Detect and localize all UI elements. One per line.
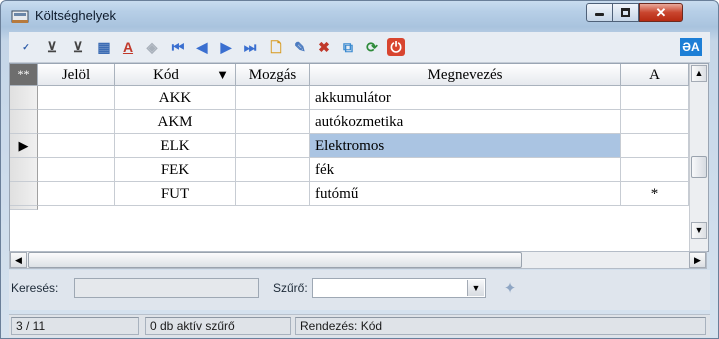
chevron-down-icon[interactable]: ▼ (467, 280, 484, 296)
scroll-thumb[interactable] (691, 156, 707, 178)
column-header-megnevezes[interactable]: Megnevezés (310, 64, 621, 86)
cell-mozgas[interactable] (236, 110, 310, 134)
scroll-up-icon[interactable]: ▲ (691, 65, 707, 82)
row-selector[interactable] (10, 158, 38, 182)
close-button[interactable]: ✕ (639, 3, 683, 22)
hscroll-thumb[interactable] (28, 252, 522, 268)
app-icon (11, 10, 29, 23)
cell-kod[interactable]: AKK (115, 86, 236, 110)
copy-record-icon[interactable]: ⧉ (339, 38, 357, 56)
font-color-icon[interactable]: A (119, 38, 137, 56)
status-bar: 3 / 11 0 db aktív szűrő Rendezés: Kód (9, 314, 710, 337)
last-record-icon[interactable]: ⏭ (241, 38, 259, 56)
vertical-scrollbar[interactable]: ▲ ▼ (689, 64, 708, 251)
column-header-kod[interactable]: Kód ▼ (115, 64, 236, 86)
filter-edit-icon[interactable]: ⊻ (69, 38, 87, 56)
cell-kod[interactable]: FEK (115, 158, 236, 182)
cell-mozgas[interactable] (236, 158, 310, 182)
cell-mozgas[interactable] (236, 182, 310, 206)
cell-kod[interactable]: AKM (115, 110, 236, 134)
table-row[interactable]: AKM autókozmetika (10, 110, 690, 134)
clear-filter-icon[interactable]: ✦ (501, 280, 519, 298)
exit-icon[interactable]: ⏻ (387, 38, 405, 56)
filter-select[interactable]: ▼ (312, 278, 486, 298)
active-filter-count: 0 db aktív szűrő (145, 317, 291, 335)
cell-megnevezes[interactable]: fék (310, 158, 621, 182)
cell-mozgas[interactable] (236, 134, 310, 158)
cell-jelol[interactable] (38, 158, 115, 182)
row-selector[interactable] (10, 110, 38, 134)
previous-record-icon[interactable]: ◀ (193, 38, 211, 56)
row-selector[interactable] (10, 86, 38, 110)
title-bar[interactable]: Költséghelyek ✕ (1, 1, 718, 31)
edit-record-icon[interactable]: ✎ (291, 38, 309, 56)
eraser-icon[interactable]: ◈ (143, 38, 161, 56)
filter-label: Szűrő: (273, 281, 308, 295)
toolbar: ✓ ⊻ ⊻ ▦ A ◈ ⏮ ◀ ▶ ⏭ 🗋 ✎ ✖ ⧉ ⟳ ⏻ ƏA (9, 32, 710, 63)
spellcheck-icon[interactable]: ✓ (17, 38, 35, 56)
next-record-icon[interactable]: ▶ (217, 38, 235, 56)
cell-mozgas[interactable] (236, 86, 310, 110)
cell-megnevezes-selected[interactable]: Elektromos (310, 134, 621, 158)
cell-a[interactable]: * (621, 182, 689, 206)
table-row[interactable]: AKK akkumulátor (10, 86, 690, 110)
search-input[interactable] (74, 278, 259, 298)
column-header-kod-label: Kód (153, 67, 179, 83)
row-selector[interactable] (10, 182, 38, 206)
cell-jelol[interactable] (38, 86, 115, 110)
search-label: Keresés: (11, 281, 59, 295)
column-header-a[interactable]: A (621, 64, 689, 86)
maximize-button[interactable] (612, 3, 639, 22)
filter-bar: Keresés: Szűrő: ▼ ✦ (9, 270, 710, 310)
grid-corner[interactable]: ** (10, 64, 38, 86)
column-header-jelol[interactable]: Jelöl (38, 64, 115, 86)
window-title: Költséghelyek (35, 8, 116, 23)
first-record-icon[interactable]: ⏮ (169, 38, 187, 56)
table-row-current[interactable]: ▶ ELK Elektromos (10, 134, 690, 158)
language-button[interactable]: ƏA (680, 38, 702, 56)
sort-status: Rendezés: Kód (295, 317, 706, 335)
cell-jelol[interactable] (38, 110, 115, 134)
scroll-left-icon[interactable]: ◀ (10, 252, 27, 268)
delete-record-icon[interactable]: ✖ (315, 38, 333, 56)
current-row-marker-icon[interactable]: ▶ (10, 134, 38, 158)
close-icon: ✕ (655, 5, 667, 20)
table-icon[interactable]: ▦ (95, 38, 113, 56)
cell-jelol[interactable] (38, 134, 115, 158)
cell-a[interactable] (621, 86, 689, 110)
table-row[interactable]: FUT futómű * (10, 182, 690, 206)
column-header-mozgas[interactable]: Mozgás (236, 64, 310, 86)
cell-kod[interactable]: FUT (115, 182, 236, 206)
cell-megnevezes[interactable]: futómű (310, 182, 621, 206)
row-selector (10, 206, 38, 210)
cell-a[interactable] (621, 110, 689, 134)
table-row-partial (10, 206, 690, 210)
refresh-icon[interactable]: ⟳ (363, 38, 381, 56)
cell-a[interactable] (621, 158, 689, 182)
new-record-icon[interactable]: 🗋 (267, 38, 285, 56)
minimize-button[interactable] (586, 3, 613, 22)
cell-megnevezes[interactable]: akkumulátor (310, 86, 621, 110)
scroll-down-icon[interactable]: ▼ (691, 222, 707, 239)
cell-jelol[interactable] (38, 182, 115, 206)
horizontal-scrollbar[interactable]: ◀ ▶ (9, 251, 707, 269)
cell-a[interactable] (621, 134, 689, 158)
sort-desc-icon: ▼ (216, 67, 229, 82)
filter-icon[interactable]: ⊻ (43, 38, 61, 56)
cell-megnevezes[interactable]: autókozmetika (310, 110, 621, 134)
scroll-right-icon[interactable]: ▶ (689, 252, 706, 268)
table-row[interactable]: FEK fék (10, 158, 690, 182)
data-grid: ** Jelöl Kód ▼ Mozgás Megnevezés A AKK a… (9, 63, 709, 252)
cell-kod[interactable]: ELK (115, 134, 236, 158)
window: Költséghelyek ✕ ✓ ⊻ ⊻ ▦ A ◈ ⏮ ◀ ▶ ⏭ 🗋 ✎ … (0, 0, 719, 339)
record-position: 3 / 11 (11, 317, 139, 335)
